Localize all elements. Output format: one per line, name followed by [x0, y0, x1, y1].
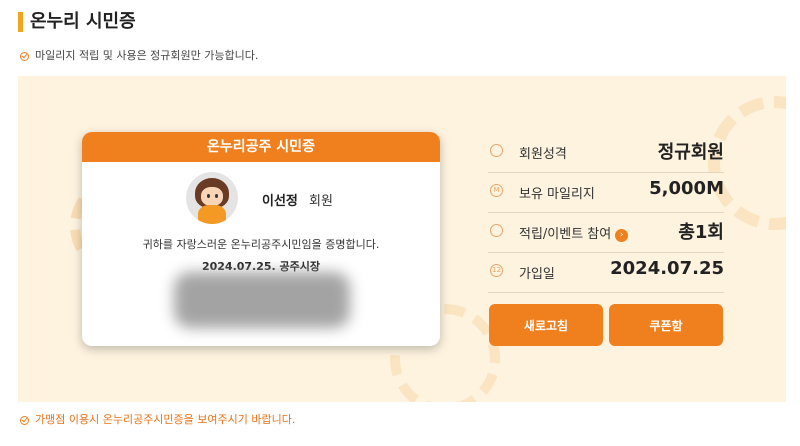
notice-bottom: 가맹점 이용시 온누리공주시민증을 보여주시기 바랍니다. — [20, 412, 295, 428]
notice-top: 마일리지 적립 및 사용은 정규회원만 가능합니다. — [20, 48, 258, 64]
notice-top-text: 마일리지 적립 및 사용은 정규회원만 가능합니다. — [35, 49, 259, 62]
info-row-participation: 적립/이벤트 참여 › 총1회 — [488, 212, 724, 253]
info-row-member-type: 회원성격 정규회원 — [488, 132, 724, 173]
chevron-right-icon[interactable]: › — [615, 229, 629, 242]
check-circle-icon — [20, 415, 29, 425]
member-name: 이선정 — [262, 194, 298, 209]
info-value-member-type: 정규회원 — [657, 142, 724, 163]
blurred-barcode — [174, 272, 350, 328]
refresh-button[interactable]: 새로고침 — [489, 304, 603, 346]
check-circle-icon — [20, 51, 29, 61]
info-label-participation: 적립/이벤트 참여 › — [519, 223, 629, 242]
info-value-join-date: 2024.07.25 — [610, 258, 724, 279]
info-value-participation: 총1회 — [678, 222, 724, 243]
info-label-member-type: 회원성격 — [519, 147, 567, 162]
info-label-join-date: 가입일 — [519, 267, 555, 282]
card-header: 온누리공주 시민증 — [82, 132, 440, 162]
coupon-button[interactable]: 쿠폰함 — [609, 304, 723, 346]
notice-bottom-text: 가맹점 이용시 온누리공주시민증을 보여주시기 바랍니다. — [35, 413, 296, 426]
person-icon — [490, 144, 503, 157]
info-row-join-date: 12 가입일 2024.07.25 — [488, 252, 724, 293]
citizen-id-card: 온누리공주 시민증 이선정 회원 귀하를 자랑스러운 온누리공주시민임을 증명합… — [82, 132, 440, 346]
info-row-mileage: M 보유 마일리지 5,000M — [488, 172, 724, 213]
calendar-icon — [490, 224, 503, 237]
info-label-mileage: 보유 마일리지 — [519, 187, 595, 202]
calendar-date-icon: 12 — [490, 264, 503, 277]
info-value-mileage: 5,000M — [649, 178, 724, 199]
avatar — [186, 172, 238, 224]
certify-text: 귀하를 자랑스러운 온누리공주시민임을 증명합니다. — [142, 238, 380, 251]
member-suffix: 회원 — [309, 194, 333, 209]
page-title: 온누리 시민증 — [30, 11, 136, 32]
mileage-icon: M — [490, 184, 503, 197]
title-accent-bar — [18, 12, 23, 32]
